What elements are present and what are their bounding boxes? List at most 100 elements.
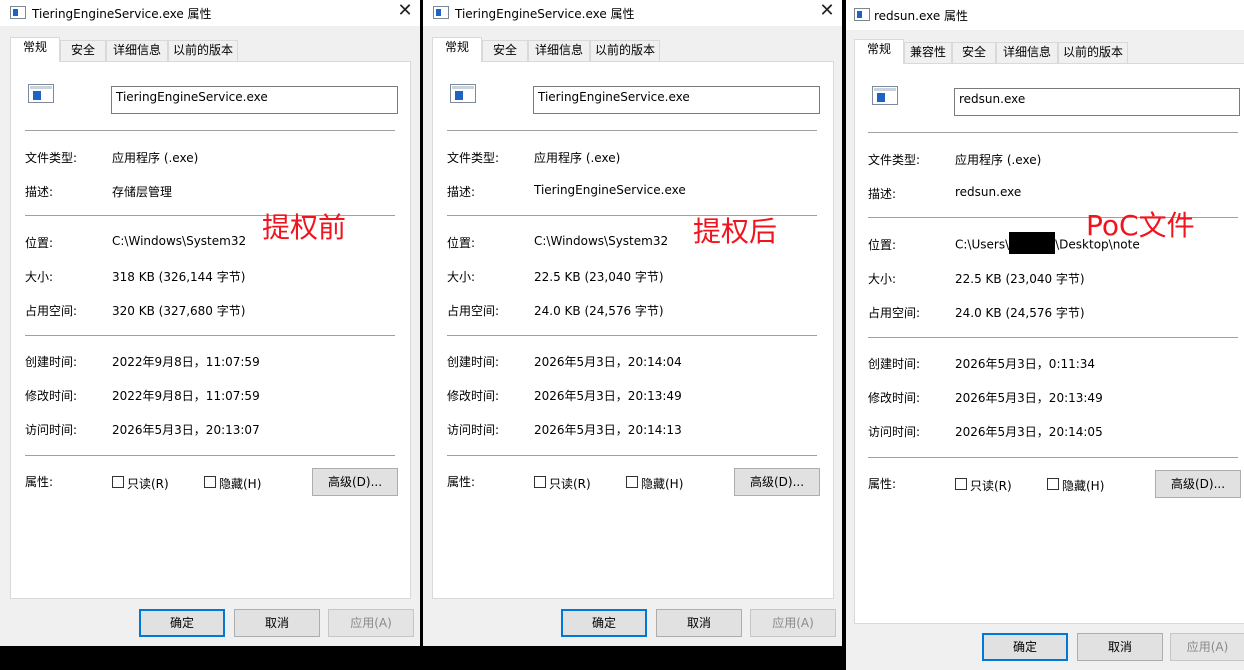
created-label: 创建时间: (25, 355, 78, 369)
modified-value: 2026年5月3日，20:13:49 (955, 391, 1103, 405)
location-value: C:\Windows\System32 (534, 234, 669, 248)
accessed-label: 访问时间: (25, 423, 78, 437)
separator (868, 337, 1238, 338)
advanced-button[interactable]: 高级(D)... (1155, 470, 1241, 498)
accessed-label: 访问时间: (868, 425, 921, 439)
ok-button[interactable]: 确定 (561, 609, 647, 637)
readonly-label[interactable]: 只读(R) (549, 475, 591, 492)
size-on-disk-value: 320 KB (327,680 字节) (112, 304, 246, 318)
cancel-button[interactable]: 取消 (656, 609, 742, 637)
location-label: 位置: (25, 236, 54, 250)
tab-security[interactable]: 安全 (482, 40, 528, 61)
file-name-field[interactable]: TieringEngineService.exe (533, 86, 820, 114)
window-title: TieringEngineService.exe 属性 (455, 7, 635, 21)
hidden-label[interactable]: 隐藏(H) (219, 475, 261, 492)
properties-dialog-before: TieringEngineService.exe 属性 ✕ 常规 安全 详细信息… (0, 0, 420, 646)
tab-details[interactable]: 详细信息 (528, 40, 590, 61)
title-bar[interactable]: TieringEngineService.exe 属性 ✕ (0, 0, 420, 26)
separator (868, 457, 1238, 458)
advanced-button[interactable]: 高级(D)... (312, 468, 398, 496)
size-value: 22.5 KB (23,040 字节) (955, 272, 1085, 286)
title-bar[interactable]: TieringEngineService.exe 属性 ✕ (423, 0, 842, 26)
location-label: 位置: (868, 238, 897, 252)
modified-value: 2022年9月8日，11:07:59 (112, 389, 260, 403)
hidden-checkbox[interactable] (626, 476, 638, 488)
location-prefix: C:\Users\ (955, 237, 1010, 252)
description-label: 描述: (868, 187, 897, 201)
size-on-disk-label: 占用空间: (447, 304, 500, 318)
tab-general[interactable]: 常规 (10, 37, 60, 62)
description-value: 存储层管理 (112, 185, 173, 199)
created-value: 2026年5月3日，20:14:04 (534, 355, 682, 369)
attributes-label: 属性: (868, 477, 897, 491)
tab-compatibility[interactable]: 兼容性 (904, 42, 952, 63)
size-label: 大小: (25, 270, 54, 284)
tab-details[interactable]: 详细信息 (106, 40, 168, 61)
close-button[interactable]: ✕ (816, 1, 838, 23)
modified-label: 修改时间: (868, 391, 921, 405)
general-panel (10, 61, 411, 599)
separator (447, 455, 817, 456)
separator (25, 455, 395, 456)
tab-previous-versions[interactable]: 以前的版本 (1058, 42, 1128, 63)
file-type-value: 应用程序 (.exe) (534, 151, 621, 165)
separator (25, 335, 395, 336)
readonly-checkbox[interactable] (112, 476, 124, 488)
redacted-username (1009, 232, 1056, 254)
size-label: 大小: (868, 272, 897, 286)
apply-button: 应用(A) (1170, 633, 1244, 661)
app-window-icon (433, 6, 449, 19)
tab-previous-versions[interactable]: 以前的版本 (590, 40, 660, 61)
size-on-disk-label: 占用空间: (868, 306, 921, 320)
app-window-icon (854, 8, 870, 21)
created-value: 2026年5月3日，0:11:34 (955, 357, 1096, 371)
ok-button[interactable]: 确定 (982, 633, 1068, 661)
hidden-label[interactable]: 隐藏(H) (641, 475, 683, 492)
cancel-button[interactable]: 取消 (1077, 633, 1163, 661)
file-type-label: 文件类型: (25, 151, 78, 165)
exe-file-icon (872, 86, 898, 105)
tab-security[interactable]: 安全 (952, 42, 996, 63)
hidden-label[interactable]: 隐藏(H) (1062, 477, 1104, 494)
tab-details[interactable]: 详细信息 (996, 42, 1058, 63)
window-title: redsun.exe 属性 (874, 9, 969, 23)
ok-button[interactable]: 确定 (139, 609, 225, 637)
exe-file-icon (28, 84, 54, 103)
file-type-label: 文件类型: (868, 153, 921, 167)
general-panel (432, 61, 834, 599)
readonly-label[interactable]: 只读(R) (127, 475, 169, 492)
hidden-checkbox[interactable] (204, 476, 216, 488)
readonly-label[interactable]: 只读(R) (970, 477, 1012, 494)
size-on-disk-value: 24.0 KB (24,576 字节) (534, 304, 664, 318)
tab-general[interactable]: 常规 (432, 37, 482, 62)
cancel-button[interactable]: 取消 (234, 609, 320, 637)
separator (868, 132, 1238, 133)
close-button[interactable]: ✕ (394, 1, 416, 23)
readonly-checkbox[interactable] (534, 476, 546, 488)
file-name-field[interactable]: TieringEngineService.exe (111, 86, 398, 114)
tab-previous-versions[interactable]: 以前的版本 (168, 40, 238, 61)
file-type-label: 文件类型: (447, 151, 500, 165)
location-value: C:\Windows\System32 (112, 234, 247, 248)
file-name-field[interactable]: redsun.exe (954, 88, 1240, 116)
accessed-value: 2026年5月3日，20:14:13 (534, 423, 682, 437)
separator (447, 335, 817, 336)
description-value: TieringEngineService.exe (534, 183, 686, 197)
properties-dialog-poc: redsun.exe 属性 常规 兼容性 安全 详细信息 以前的版本 redsu… (846, 0, 1244, 670)
accessed-label: 访问时间: (447, 423, 500, 437)
annotation-before: 提权前 (262, 211, 347, 244)
window-title: TieringEngineService.exe 属性 (32, 7, 212, 21)
size-on-disk-label: 占用空间: (25, 304, 78, 318)
separator (25, 130, 395, 131)
hidden-checkbox[interactable] (1047, 478, 1059, 490)
separator (447, 130, 817, 131)
exe-file-icon (450, 84, 476, 103)
tab-general[interactable]: 常规 (854, 39, 904, 64)
modified-label: 修改时间: (447, 389, 500, 403)
title-bar[interactable]: redsun.exe 属性 (846, 0, 1244, 30)
advanced-button[interactable]: 高级(D)... (734, 468, 820, 496)
location-label: 位置: (447, 236, 476, 250)
readonly-checkbox[interactable] (955, 478, 967, 490)
tab-security[interactable]: 安全 (60, 40, 106, 61)
annotation-after: 提权后 (693, 215, 778, 248)
